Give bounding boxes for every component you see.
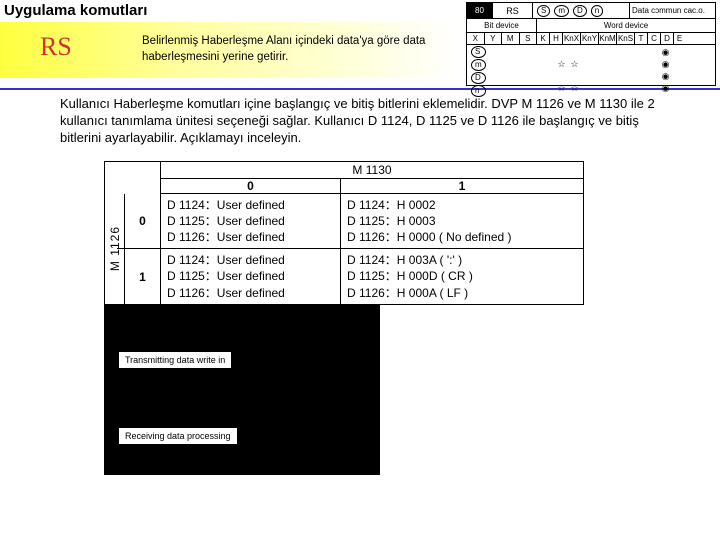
header-bar: Uygulama komutları RS Belirlenmiş Haberl… <box>0 0 720 90</box>
word-device-label: Word device <box>537 19 715 32</box>
row-op-d: D <box>471 72 486 84</box>
operand-s: S <box>537 5 550 17</box>
cell-1-0: D 1124：User defined D 1125：User defined … <box>161 249 341 304</box>
col-s: S <box>520 33 537 44</box>
row-op-s: S <box>471 46 486 58</box>
col-knm: KnM <box>599 33 617 44</box>
operand-list: S m D n <box>533 3 629 18</box>
flow-diagram-panel: Transmitting data write in Receiving dat… <box>104 305 380 475</box>
col-d: D <box>661 33 674 44</box>
instruction-description: Belirlenmiş Haberleşme Alanı içindeki da… <box>142 34 452 65</box>
col-knx: KnX <box>563 33 581 44</box>
data-comm-label: Data cɔmmun cac.o. <box>629 3 715 18</box>
m1130-col-0: 0 <box>161 179 341 193</box>
bit-device-label: Bit device <box>467 19 537 32</box>
cell-0-0: D 1124：User defined D 1125：User defined … <box>161 194 341 249</box>
col-y: Y <box>485 33 503 44</box>
m1130-title: M 1130 <box>161 162 583 179</box>
operand-m: m <box>554 5 569 17</box>
m1126-row-0: 0 <box>125 194 160 250</box>
col-c: C <box>648 33 661 44</box>
flow-box-transmit: Transmitting data write in <box>118 351 232 369</box>
flow-box-receive: Receiving data processing <box>118 427 238 445</box>
operand-n: n <box>591 5 603 17</box>
m1130-col-1: 1 <box>341 179 583 193</box>
body-paragraph: Kullanıcı Haberleşme komutları içine baş… <box>0 90 720 155</box>
operand-compat-grid: S m D n ◉ ☆☆◉ ◉ ☆☆◉ <box>467 45 715 85</box>
col-k: K <box>537 33 550 44</box>
col-e: E <box>674 33 685 44</box>
page-section-title: Uygulama komutları <box>4 2 147 19</box>
info-mnemonic: RS <box>493 3 533 18</box>
col-x: X <box>467 33 485 44</box>
col-kns: KnS <box>617 33 635 44</box>
col-h: H <box>550 33 563 44</box>
m1126-row-1: 1 <box>125 249 160 304</box>
m1130-table: M 1130 0 1 M 1126 0 1 D 1124：User define… <box>104 161 584 305</box>
operand-d: D <box>573 5 587 17</box>
cell-1-1: D 1124：H 003A ( ':' ) D 1125：H 000D ( CR… <box>341 249 583 304</box>
row-op-n: n <box>471 85 486 97</box>
col-t: T <box>635 33 648 44</box>
api-number: 80 <box>467 3 493 18</box>
compat-dots: ◉ ☆☆◉ ◉ ☆☆◉ <box>503 47 713 83</box>
device-column-headers: X Y M S K H KnX KnY KnM KnS T C D E <box>467 33 715 45</box>
instruction-info-box: 80 RS S m D n Data cɔmmun cac.o. Bit dev… <box>466 2 716 86</box>
instruction-mnemonic: RS <box>40 32 72 62</box>
col-kny: KnY <box>581 33 599 44</box>
cell-0-1: D 1124：H 0002 D 1125：H 0003 D 1126：H 000… <box>341 194 583 249</box>
col-m: M <box>502 33 520 44</box>
row-op-m: m <box>471 59 486 71</box>
